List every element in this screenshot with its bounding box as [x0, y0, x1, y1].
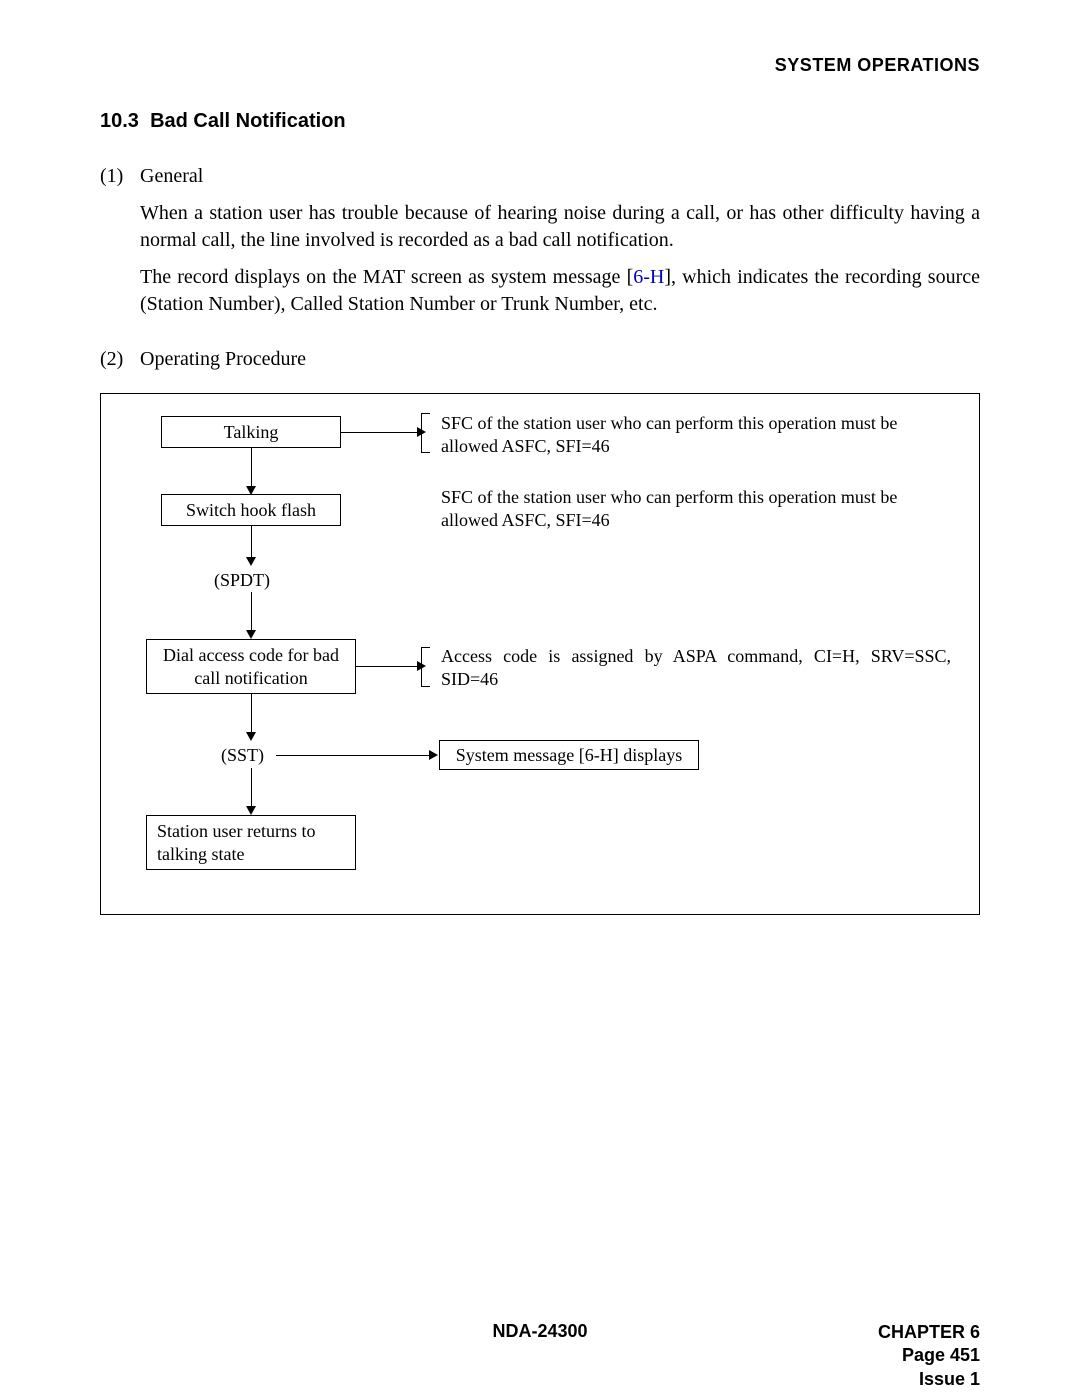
- note-sfc-1: SFC of the station user who can perform …: [441, 412, 951, 459]
- section-title: 10.3 Bad Call Notification: [100, 110, 980, 133]
- box-dial-access: Dial access code for bad call notificati…: [146, 639, 356, 694]
- box-talking: Talking: [161, 416, 341, 448]
- flow-diagram: Talking Switch hook flash (SPDT) Dial ac…: [100, 393, 980, 915]
- paragraph-2: The record displays on the MAT screen as…: [140, 264, 980, 318]
- box-hookflash: Switch hook flash: [161, 494, 341, 526]
- note-sfc-2: SFC of the station user who can perform …: [441, 486, 951, 533]
- footer-issue: Issue 1: [878, 1368, 980, 1391]
- box-system-message: System message [6-H] displays: [439, 740, 699, 770]
- item-2-label: Operating Procedure: [140, 346, 980, 373]
- page-footer: NDA-24300 CHAPTER 6 Page 451 Issue 1: [100, 1321, 980, 1342]
- paragraph-2a: The record displays on the MAT screen as…: [140, 266, 633, 288]
- section-name: Bad Call Notification: [150, 110, 346, 132]
- note-access-code: Access code is assigned by ASPA command,…: [441, 645, 951, 692]
- item-2-number: (2): [100, 346, 140, 373]
- link-6h[interactable]: 6-H: [633, 266, 664, 288]
- footer-chapter: CHAPTER 6: [878, 1321, 980, 1344]
- running-header: SYSTEM OPERATIONS: [100, 55, 980, 76]
- footer-page: Page 451: [878, 1344, 980, 1367]
- section-number: 10.3: [100, 110, 139, 132]
- box-return: Station user returns to talking state: [146, 815, 356, 870]
- label-sst: (SST): [221, 744, 264, 767]
- item-1-label: General: [140, 163, 980, 190]
- footer-doc-id: NDA-24300: [100, 1321, 980, 1342]
- item-1-number: (1): [100, 163, 140, 190]
- paragraph-1: When a station user has trouble because …: [140, 200, 980, 254]
- label-spdt: (SPDT): [214, 569, 270, 592]
